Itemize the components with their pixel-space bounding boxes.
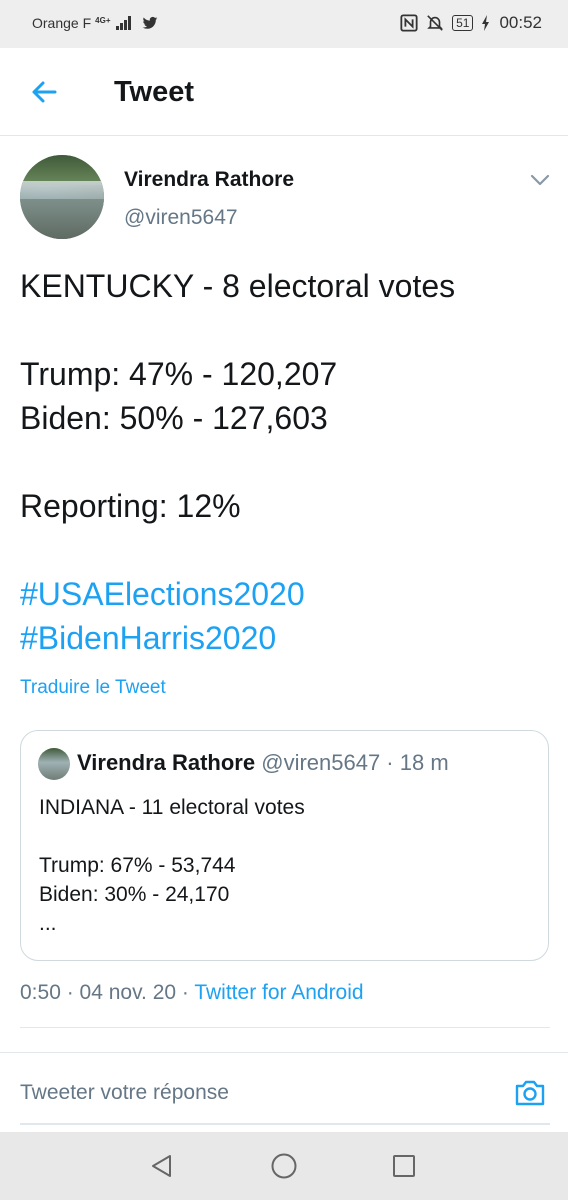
quoted-author-name: Virendra Rathore: [77, 750, 256, 775]
quoted-tweet-header: Virendra Rathore @viren5647 · 18 m: [77, 750, 449, 776]
twitter-notification-icon: [143, 16, 158, 29]
tweet-line: Trump: 47% - 120,207: [20, 356, 338, 392]
nav-home-button[interactable]: [268, 1150, 300, 1182]
battery-level: 51: [452, 15, 474, 31]
page-title: Tweet: [114, 76, 195, 108]
nfc-icon: [400, 14, 418, 32]
tweet-line: Biden: 50% - 127,603: [20, 400, 328, 436]
author-name[interactable]: Virendra Rathore: [124, 168, 294, 192]
network-type: 4G+: [95, 16, 111, 25]
bell-muted-icon: [427, 15, 443, 31]
chevron-down-icon: [530, 174, 550, 186]
divider: [20, 1027, 550, 1028]
status-bar: Orange F 4G+ 51 00:52: [0, 0, 568, 48]
arrow-left-icon: [32, 81, 57, 103]
nav-recent-button[interactable]: [388, 1150, 420, 1182]
translate-tweet-link[interactable]: Traduire le Tweet: [20, 677, 166, 699]
camera-button[interactable]: [512, 1075, 548, 1111]
quoted-line: Trump: 67% - 53,744: [39, 854, 236, 877]
nav-back-button[interactable]: [146, 1150, 178, 1182]
app-header: Tweet: [0, 48, 568, 136]
tweet-line: KENTUCKY - 8 electoral votes: [20, 268, 456, 304]
tweet-timestamp: 0:50 · 04 nov. 20 · Twitter for Android: [20, 981, 364, 1005]
quoted-tweet-card[interactable]: Virendra Rathore @viren5647 · 18 m INDIA…: [20, 730, 549, 961]
reply-bar: Tweeter votre réponse: [0, 1052, 568, 1132]
reply-underline: [20, 1123, 550, 1125]
reply-input[interactable]: Tweeter votre réponse: [20, 1081, 229, 1105]
camera-icon: [515, 1080, 545, 1106]
author-handle[interactable]: @viren5647: [124, 206, 238, 230]
tweet-text: KENTUCKY - 8 electoral votes Trump: 47% …: [20, 264, 550, 660]
square-recent-icon: [393, 1155, 415, 1177]
status-left: Orange F 4G+: [32, 15, 159, 31]
source-link[interactable]: Twitter for Android: [194, 981, 363, 1004]
quoted-line: ...: [39, 912, 57, 935]
clock: 00:52: [499, 13, 542, 32]
hashtag-link[interactable]: #BidenHarris2020: [20, 616, 550, 660]
tweet-line: Reporting: 12%: [20, 488, 241, 524]
circle-home-icon: [271, 1153, 297, 1179]
hashtag-link[interactable]: #USAElections2020: [20, 572, 550, 616]
back-button[interactable]: [22, 70, 66, 114]
quoted-meta: @viren5647 · 18 m: [261, 750, 449, 775]
timestamp-text: 0:50 · 04 nov. 20 ·: [20, 981, 195, 1004]
charging-icon: [482, 15, 490, 31]
quoted-line: INDIANA - 11 electoral votes: [39, 796, 305, 819]
signal-icon: [116, 16, 132, 30]
carrier-label: Orange F: [32, 15, 92, 31]
quoted-line: Biden: 30% - 24,170: [39, 883, 230, 906]
avatar[interactable]: [20, 155, 104, 239]
status-right: 51 00:52: [400, 13, 542, 33]
more-options-button[interactable]: [528, 168, 552, 192]
system-nav-bar: [0, 1132, 568, 1200]
quoted-tweet-text: INDIANA - 11 electoral votes Trump: 67% …: [39, 793, 539, 938]
triangle-back-icon: [152, 1155, 171, 1177]
quoted-avatar: [38, 748, 70, 780]
